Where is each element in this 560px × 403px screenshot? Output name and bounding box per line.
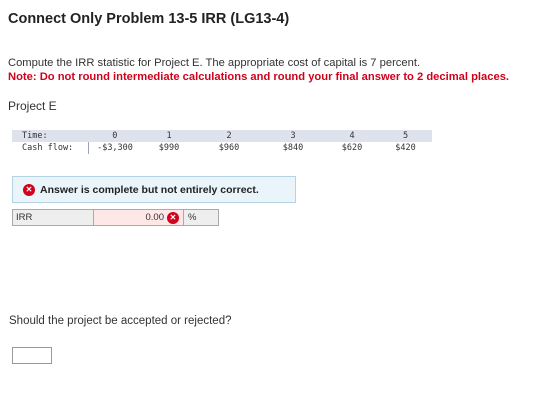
- accept-reject-dropdown[interactable]: [12, 347, 52, 364]
- cash-flow-cell: $620: [341, 143, 363, 153]
- cash-flow-table: Time: 0 1 2 3 4 5 Cash flow: -$3,300 $99…: [12, 130, 432, 154]
- cash-flow-row-label: Cash flow:: [12, 142, 89, 154]
- instructions: Compute the IRR statistic for Project E.…: [8, 56, 509, 84]
- time-cell: 0: [88, 130, 141, 142]
- feedback-banner: ✕ Answer is complete but not entirely co…: [12, 176, 296, 203]
- instruction-prompt: Compute the IRR statistic for Project E.…: [8, 57, 421, 69]
- time-cell: 2: [197, 130, 261, 142]
- time-row: Time: 0 1 2 3 4 5: [12, 130, 432, 142]
- cash-flow-cell: $840: [282, 143, 304, 153]
- irr-input[interactable]: 0.00 ✕: [94, 209, 184, 226]
- feedback-message: Answer is complete but not entirely corr…: [40, 183, 259, 196]
- question-text: Should the project be accepted or reject…: [9, 315, 232, 327]
- time-cell: 5: [379, 130, 432, 142]
- time-row-label: Time:: [12, 130, 89, 142]
- irr-label: IRR: [12, 209, 94, 226]
- time-cell: 3: [261, 130, 325, 142]
- cash-flow-row: Cash flow: -$3,300 $990 $960 $840 $620 $…: [12, 142, 432, 154]
- page-title: Connect Only Problem 13-5 IRR (LG13-4): [8, 11, 290, 27]
- irr-unit: %: [184, 209, 219, 226]
- project-label: Project E: [8, 99, 57, 113]
- time-cell: 1: [141, 130, 197, 142]
- cash-flow-cell: $990: [158, 143, 180, 153]
- irr-value: 0.00: [145, 212, 165, 223]
- incorrect-icon: ✕: [167, 211, 179, 224]
- cash-flow-cell: -$3,300: [97, 143, 133, 153]
- irr-answer-row: IRR 0.00 ✕ %: [12, 209, 219, 226]
- cash-flow-cell: $420: [395, 143, 416, 153]
- cash-flow-cell: $960: [218, 143, 240, 153]
- time-cell: 4: [325, 130, 379, 142]
- x-circle-icon: ✕: [23, 183, 35, 196]
- instruction-note: Note: Do not round intermediate calculat…: [8, 71, 510, 83]
